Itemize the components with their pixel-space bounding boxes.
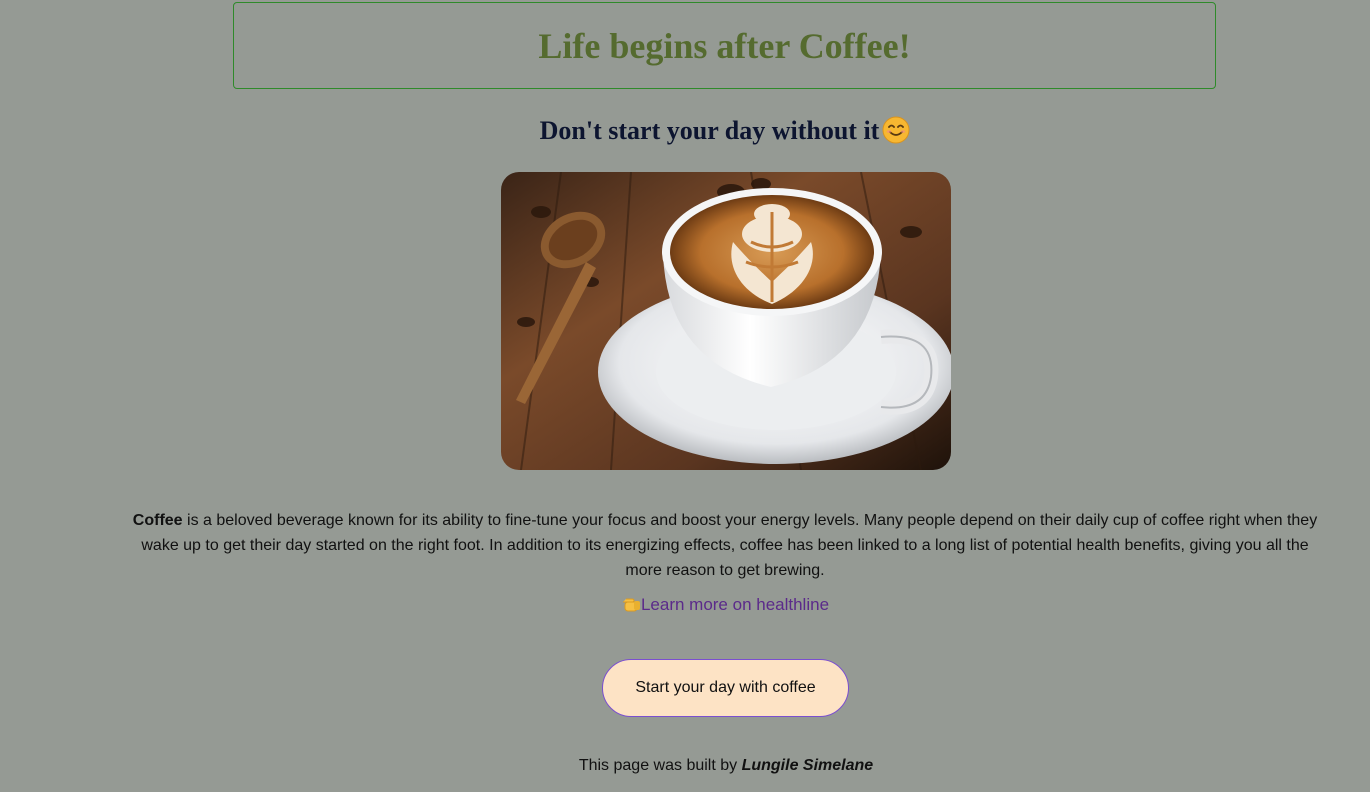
pointing-hand-icon xyxy=(622,598,640,612)
page-subtitle: Don't start your day without it xyxy=(0,116,1370,146)
footer: This page was built by Lungile Simelane xyxy=(0,757,1370,775)
smiling-face-icon xyxy=(882,116,910,144)
coffee-description: Coffee is a beloved beverage known for i… xyxy=(125,508,1325,583)
page-title: Life begins after Coffee! xyxy=(538,25,911,66)
description-bold-word: Coffee xyxy=(132,512,183,529)
healthline-link[interactable]: Learn more on healthline xyxy=(641,595,829,614)
coffee-latte-photo xyxy=(501,172,951,470)
title-box: Life begins after Coffee! xyxy=(233,2,1216,89)
footer-author: Lungile Simelane xyxy=(741,757,874,774)
link-row: Learn more on healthline xyxy=(0,595,1370,615)
subtitle-text: Don't start your day without it xyxy=(539,116,880,145)
footer-prefix: This page was built by xyxy=(578,757,742,774)
description-text: is a beloved beverage known for its abil… xyxy=(141,512,1318,579)
start-day-button[interactable]: Start your day with coffee xyxy=(602,659,849,717)
